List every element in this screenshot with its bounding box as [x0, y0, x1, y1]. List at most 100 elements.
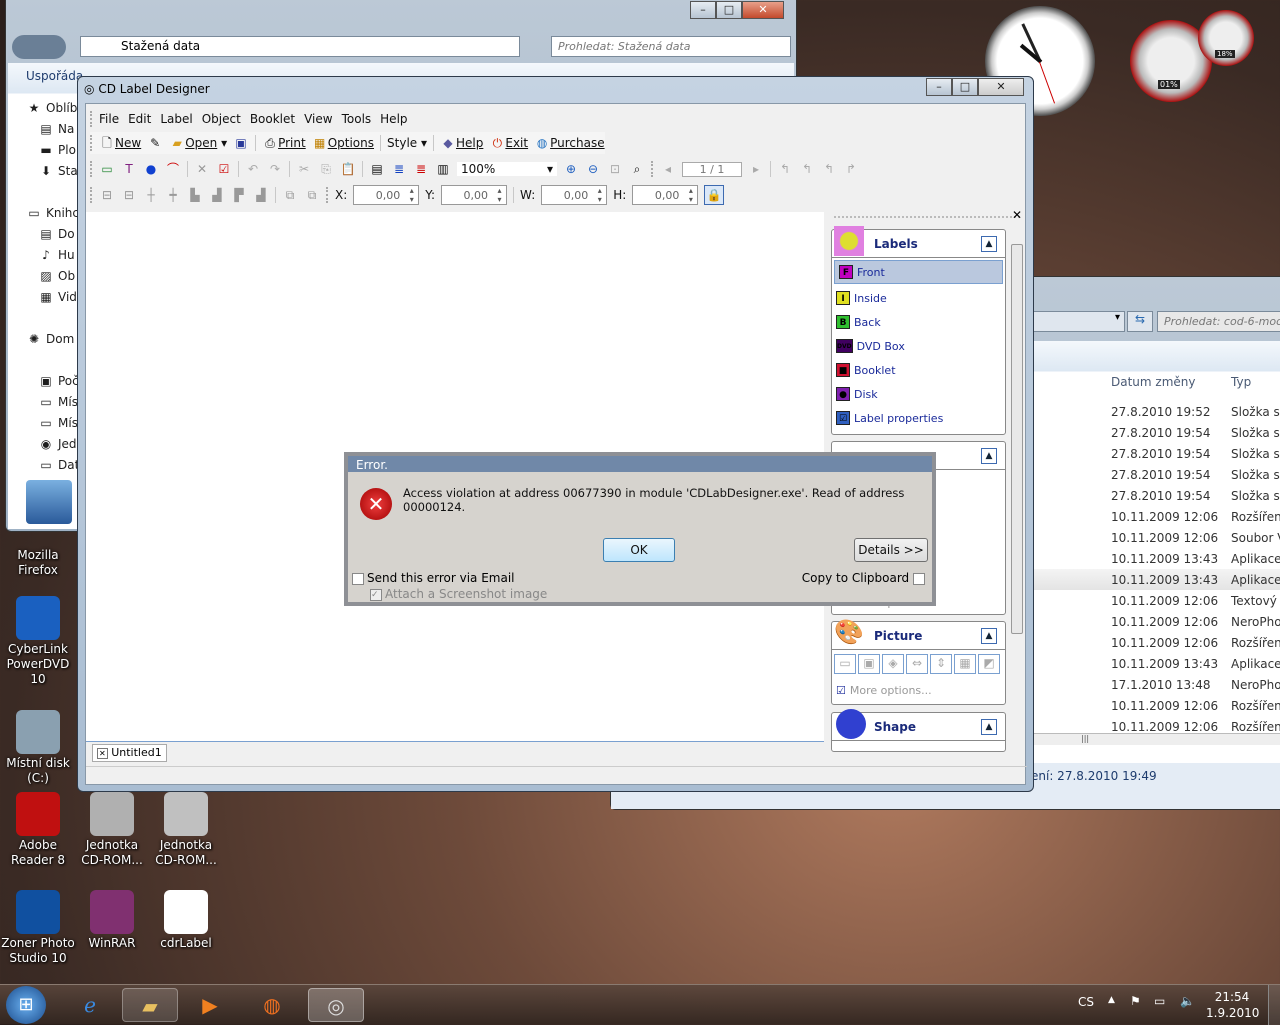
insert-picture-icon[interactable]: ▭	[99, 161, 115, 177]
desktop-icon[interactable]: Adobe Reader 8	[0, 792, 76, 868]
maximize-button[interactable]: □	[716, 1, 742, 19]
close-tab-icon[interactable]: ✕	[97, 748, 108, 759]
close-button[interactable]: ✕	[978, 78, 1024, 96]
close-panel-icon[interactable]: ✕	[1012, 208, 1022, 222]
panel-scrollbar[interactable]	[1010, 230, 1024, 760]
menu-help[interactable]: Help	[380, 112, 407, 126]
menu-view[interactable]: View	[304, 112, 332, 126]
back-forward-buttons[interactable]	[12, 35, 66, 59]
purchase-button[interactable]: ◍ Purchase	[534, 135, 605, 151]
menu-edit[interactable]: Edit	[128, 112, 151, 126]
show-desktop-button[interactable]	[1268, 985, 1280, 1025]
paste-icon[interactable]: 📋	[340, 161, 356, 177]
volume-icon[interactable]: 🔈	[1180, 994, 1195, 1008]
new-button[interactable]: 🗋 New	[99, 135, 141, 151]
undo-icon[interactable]: ↶	[245, 161, 261, 177]
label-item-front[interactable]: F Front	[834, 260, 1003, 284]
open-button[interactable]: ▰ Open ▾	[169, 135, 228, 151]
nav-item[interactable]: ▭ Dat	[38, 458, 79, 472]
options-button[interactable]: ▦ Options	[312, 135, 374, 151]
refresh-icon[interactable]: ⇆	[1127, 311, 1153, 332]
picture-tool-icon[interactable]: ◩	[978, 654, 1000, 674]
details-button[interactable]: Details >>	[854, 538, 928, 562]
minimize-button[interactable]: –	[690, 1, 716, 19]
y-input[interactable]: 0,00	[441, 185, 508, 205]
menu-booklet[interactable]: Booklet	[250, 112, 295, 126]
group-icon[interactable]: ⧉	[282, 187, 298, 203]
label-item-booklet[interactable]: ■ Booklet	[832, 358, 1005, 382]
cd-label-designer-window[interactable]: ◎ CD Label Designer – □ ✕ File Edit Label Obj…	[77, 76, 1034, 792]
desktop-icon[interactable]: Jednotka CD-ROM...	[74, 792, 150, 868]
copy-icon[interactable]: ⎘	[318, 161, 334, 177]
zoom-select[interactable]: 100% ▾	[457, 162, 557, 176]
wizard-icon[interactable]: ✎	[147, 135, 163, 151]
column-type[interactable]: Typ	[1231, 375, 1251, 389]
insert-text-icon[interactable]: T	[121, 161, 137, 177]
more-options-link[interactable]: More options...	[850, 684, 932, 697]
nav-item[interactable]: ✺ Dom	[26, 332, 74, 346]
clock[interactable]: 21:54 1.9.2010	[1206, 989, 1259, 1021]
installer-icon[interactable]	[26, 480, 72, 524]
nav-item[interactable]: ◉ Jed	[38, 437, 77, 451]
nav-item[interactable]: ★ Oblíb	[26, 101, 78, 115]
x-input[interactable]: 0,00	[353, 185, 420, 205]
copy-clipboard-checkbox[interactable]: Copy to Clipboard	[802, 571, 928, 585]
organize-button[interactable]: Uspořáda	[26, 69, 83, 83]
label-item-disk[interactable]: ● Disk	[832, 382, 1005, 406]
insert-line-icon[interactable]: ≣	[391, 161, 407, 177]
search-input[interactable]: Prohledat: cod-6-mod	[1157, 311, 1280, 332]
tile-icon[interactable]: ▦	[954, 654, 976, 674]
rotate-icon[interactable]: ↰	[777, 161, 793, 177]
next-page-icon[interactable]: ▸	[748, 161, 764, 177]
align-left-icon[interactable]: ▙	[187, 187, 203, 203]
nav-item[interactable]: ▤ Na	[38, 122, 74, 136]
label-item-dvd-box[interactable]: DVD DVD Box	[832, 334, 1005, 358]
menu-label[interactable]: Label	[160, 112, 192, 126]
properties-icon[interactable]: ☑	[216, 161, 232, 177]
label-item-label-properties[interactable]: ☑ Label properties	[832, 406, 1005, 430]
desktop-icon[interactable]: Mozilla Firefox	[0, 548, 76, 578]
collapse-button[interactable]: ▲	[981, 448, 997, 464]
bring-front-icon[interactable]: ▤	[369, 161, 385, 177]
desktop-icon[interactable]: Zoner Photo Studio 10	[0, 890, 76, 966]
minimize-button[interactable]: –	[926, 78, 952, 96]
insert-shape-icon[interactable]: ●	[143, 161, 159, 177]
action-center-icon[interactable]: ⚑	[1130, 994, 1141, 1008]
label-item-inside[interactable]: I Inside	[832, 286, 1005, 310]
desktop-icon[interactable]: Jednotka CD-ROM...	[148, 792, 224, 868]
document-tab[interactable]: ✕ Untitled1	[92, 744, 167, 762]
collapse-button[interactable]: ▲	[981, 236, 997, 252]
layers-icon[interactable]: ▥	[435, 161, 451, 177]
center-horizontal-icon[interactable]: ⊟	[99, 187, 115, 203]
memory-meter-gadget[interactable]: 18%	[1198, 10, 1254, 66]
nav-item[interactable]: ▤ Do	[38, 227, 74, 241]
prev-page-icon[interactable]: ◂	[660, 161, 676, 177]
list-icon[interactable]: ≣	[413, 161, 429, 177]
zoom-in-icon[interactable]: ⊕	[563, 161, 579, 177]
maximize-button[interactable]: □	[952, 78, 978, 96]
network-icon[interactable]: ▭	[1154, 994, 1165, 1008]
address-bar[interactable]: Stažená data	[80, 36, 520, 57]
rotate-icon[interactable]: ↰	[799, 161, 815, 177]
send-email-checkbox[interactable]: Send this error via Email	[352, 571, 515, 585]
align-top-icon[interactable]: ▛	[231, 187, 247, 203]
height-input[interactable]: 0,00	[632, 185, 699, 205]
align-bottom-icon[interactable]: ▟	[253, 187, 269, 203]
zoom-actual-icon[interactable]: ⌕	[629, 161, 645, 177]
language-indicator[interactable]: CS	[1078, 995, 1094, 1009]
menu-object[interactable]: Object	[202, 112, 241, 126]
help-button[interactable]: ◆ Help	[440, 135, 483, 151]
nav-item[interactable]: ⬇ Sta	[38, 164, 78, 178]
delete-icon[interactable]: ✕	[194, 161, 210, 177]
nav-item[interactable]: ▭ Knihc	[26, 206, 79, 220]
firefox-button[interactable]: ◍	[244, 988, 300, 1022]
picture-tool-icon[interactable]: ▣	[858, 654, 880, 674]
ok-button[interactable]: OK	[603, 538, 675, 562]
desktop-icon[interactable]: WinRAR	[74, 890, 150, 951]
desktop-icon[interactable]: CyberLink PowerDVD 10	[0, 596, 76, 687]
page-indicator[interactable]: 1 / 1	[682, 161, 742, 177]
nav-item[interactable]: ▭ Mís	[38, 395, 78, 409]
desktop-icon[interactable]: Místní disk (C:)	[0, 710, 76, 786]
nav-item[interactable]: ▬ Plo	[38, 143, 76, 157]
picture-tool-icon[interactable]: ◈	[882, 654, 904, 674]
